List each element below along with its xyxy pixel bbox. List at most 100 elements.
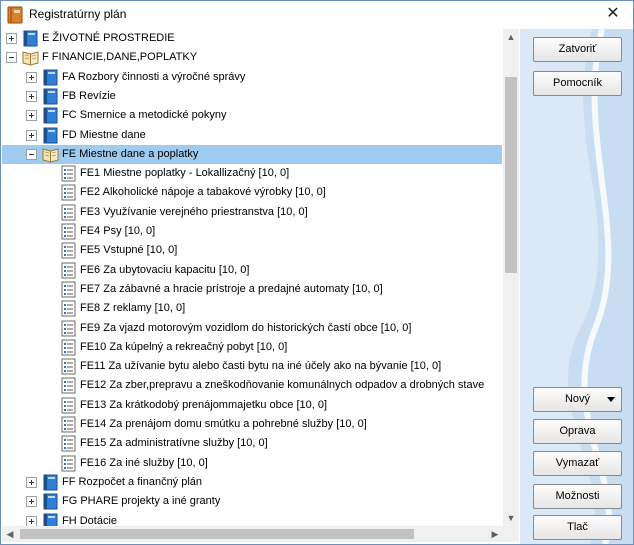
delete-button[interactable]: Vymazať — [533, 451, 622, 476]
tree-row-code: FE15 — [80, 437, 107, 449]
tree-row[interactable]: F FINANCIE,DANE,POPLATKY — [2, 48, 502, 67]
scroll-right-arrow-icon[interactable]: ▶ — [487, 526, 503, 542]
options-button[interactable]: Možnosti — [533, 484, 622, 509]
tree-row[interactable]: FE2 Alkoholické nápoje a tabakové výrobk… — [2, 183, 502, 202]
tree-row[interactable]: FE9 Za vjazd motorovým vozidlom do histo… — [2, 319, 502, 338]
tree-row-text: Za krátkodobý prenájommajetku obce [10, … — [109, 399, 328, 411]
tree-row-code: E — [42, 32, 50, 44]
document-list-icon — [61, 242, 76, 259]
tree-row[interactable]: FC Smernice a metodické pokyny — [2, 106, 502, 125]
book-closed-icon — [43, 127, 58, 144]
tree-row[interactable]: FE7 Za zábavné a hracie prístroje a pred… — [2, 280, 502, 299]
tree-row-code: FE14 — [80, 418, 107, 430]
tree-row-text: Miestne poplatky - Lokallizačný [10, 0] — [103, 167, 290, 179]
tree-row[interactable]: FD Miestne dane — [2, 126, 502, 145]
tree-row[interactable]: FE13 Za krátkodobý prenájommajetku obce … — [2, 396, 502, 415]
edit-button[interactable]: Oprava — [533, 419, 622, 444]
expand-plus-icon[interactable] — [6, 33, 17, 44]
tree-row[interactable]: FG PHARE projekty a iné granty — [2, 492, 502, 511]
registry-tree[interactable]: E ŽIVOTNÉ PROSTREDIE F FINANCIE,DANE,POPL… — [2, 29, 519, 542]
tree-row-code: FD — [62, 129, 77, 141]
tree-row-text: Rozpočet a finančný plán — [78, 476, 203, 488]
tree-row-label: FC Smernice a metodické pokyny — [62, 109, 226, 121]
tree-row[interactable]: FE1 Miestne poplatky - Lokallizačný [10,… — [2, 164, 502, 183]
expand-plus-icon[interactable] — [26, 477, 37, 488]
tree-row-code: FE — [62, 148, 77, 160]
tree-row[interactable]: FB Revízie — [2, 87, 502, 106]
tree-row-text: Miestne dane a poplatky — [79, 148, 199, 160]
tree-row[interactable]: FF Rozpočet a finančný plán — [2, 473, 502, 492]
collapse-minus-icon[interactable] — [6, 52, 17, 63]
collapse-minus-icon[interactable] — [26, 149, 37, 160]
title-bar[interactable]: Registratúrny plán ✕ — [1, 1, 633, 29]
close-button[interactable]: Zatvoriť — [533, 37, 622, 62]
tree-row-label: FA Rozbory činnosti a výročné správy — [62, 71, 245, 83]
tree-row-code: FE5 — [80, 244, 101, 256]
tree-row-label: FE9 Za vjazd motorovým vozidlom do histo… — [80, 322, 411, 334]
tree-row-code: FE4 — [80, 225, 101, 237]
tree-row[interactable]: FE Miestne dane a poplatky — [2, 145, 502, 164]
close-window-button[interactable]: ✕ — [603, 4, 623, 24]
expand-plus-icon[interactable] — [26, 91, 37, 102]
tree-row[interactable]: FE6 Za ubytovaciu kapacitu [10, 0] — [2, 261, 502, 280]
document-list-icon — [61, 397, 76, 414]
print-button[interactable]: Tlač — [533, 515, 622, 540]
expand-plus-icon[interactable] — [26, 72, 37, 83]
new-dropdown-button[interactable]: Nový — [533, 387, 622, 412]
tree-row[interactable]: FE12 Za zber,prepravu a zneškodňovanie k… — [2, 376, 502, 395]
tree-row-label: FE2 Alkoholické nápoje a tabakové výrobk… — [80, 186, 326, 198]
tree-row-text: ŽIVOTNÉ PROSTREDIE — [52, 32, 175, 44]
scroll-left-arrow-icon[interactable]: ◀ — [2, 526, 18, 542]
expand-plus-icon[interactable] — [26, 496, 37, 507]
tree-row-code: FE11 — [80, 360, 106, 372]
tree-row-text: Miestne dane — [79, 129, 146, 141]
tree-row-text: Za užívanie bytu alebo časti bytu na iné… — [108, 360, 442, 372]
vertical-scroll-thumb[interactable] — [505, 77, 517, 273]
scroll-up-arrow-icon[interactable]: ▲ — [503, 29, 519, 45]
horizontal-scroll-thumb[interactable] — [20, 529, 414, 539]
tree-row-label: FE1 Miestne poplatky - Lokallizačný [10,… — [80, 167, 289, 179]
tree-row[interactable]: FE11 Za užívanie bytu alebo časti bytu n… — [2, 357, 502, 376]
tree-row-text: Za ubytovaciu kapacitu [10, 0] — [103, 264, 250, 276]
tree-row-label: FE Miestne dane a poplatky — [62, 148, 198, 160]
tree-row-text: Smernice a metodické pokyny — [79, 109, 227, 121]
help-button[interactable]: Pomocník — [533, 71, 622, 96]
tree-row[interactable]: FE10 Za kúpelný a rekreačný pobyt [10, 0… — [2, 338, 502, 357]
book-closed-icon — [43, 88, 58, 105]
tree-row-label: FE8 Z reklamy [10, 0] — [80, 302, 185, 314]
tree-row[interactable]: FA Rozbory činnosti a výročné správy — [2, 68, 502, 87]
tree-row[interactable]: FE16 Za iné služby [10, 0] — [2, 454, 502, 473]
tree-row-text: Za iné služby [10, 0] — [109, 457, 208, 469]
tree-row-label: FE6 Za ubytovaciu kapacitu [10, 0] — [80, 264, 249, 276]
document-list-icon — [61, 416, 76, 433]
tree-row[interactable]: FE3 Využívanie verejného priestranstva [… — [2, 203, 502, 222]
binder-icon — [7, 6, 23, 24]
scroll-down-arrow-icon[interactable]: ▼ — [503, 510, 519, 526]
tree-row-code: FE2 — [80, 186, 101, 198]
document-list-icon — [61, 184, 76, 201]
document-list-icon — [61, 262, 76, 279]
vertical-scrollbar[interactable]: ▲ ▼ — [503, 29, 519, 526]
tree-row-text: Alkoholické nápoje a tabakové výrobky [1… — [102, 186, 326, 198]
horizontal-scrollbar[interactable]: ◀ ▶ — [2, 526, 503, 542]
tree-row-text: Za administratívne služby [10, 0] — [109, 437, 268, 449]
tree-row[interactable]: FE8 Z reklamy [10, 0] — [2, 299, 502, 318]
tree-row-label: FE14 Za prenájom domu smútku a pohrebné … — [80, 418, 367, 430]
tree-row-code: FE16 — [80, 457, 107, 469]
tree-row[interactable]: FE14 Za prenájom domu smútku a pohrebné … — [2, 415, 502, 434]
expand-plus-icon[interactable] — [26, 130, 37, 141]
tree-row[interactable]: E ŽIVOTNÉ PROSTREDIE — [2, 29, 502, 48]
tree-row-text: FINANCIE,DANE,POPLATKY — [51, 51, 198, 63]
tree-row-label: FE10 Za kúpelný a rekreačný pobyt [10, 0… — [80, 341, 287, 353]
tree-row-code: FE8 — [80, 302, 101, 314]
tree-row[interactable]: FE15 Za administratívne služby [10, 0] — [2, 434, 502, 453]
tree-row-text: Využívanie verejného priestranstva [10, … — [103, 206, 308, 218]
tree-row-text: Za zábavné a hracie prístroje a predajné… — [103, 283, 383, 295]
document-list-icon — [61, 223, 76, 240]
document-list-icon — [61, 300, 76, 317]
tree-row[interactable]: FE4 Psy [10, 0] — [2, 222, 502, 241]
tree-row[interactable]: FE5 Vstupné [10, 0] — [2, 241, 502, 260]
expand-plus-icon[interactable] — [26, 110, 37, 121]
tree-row-text: Vstupné [10, 0] — [103, 244, 178, 256]
book-closed-icon — [43, 493, 58, 510]
